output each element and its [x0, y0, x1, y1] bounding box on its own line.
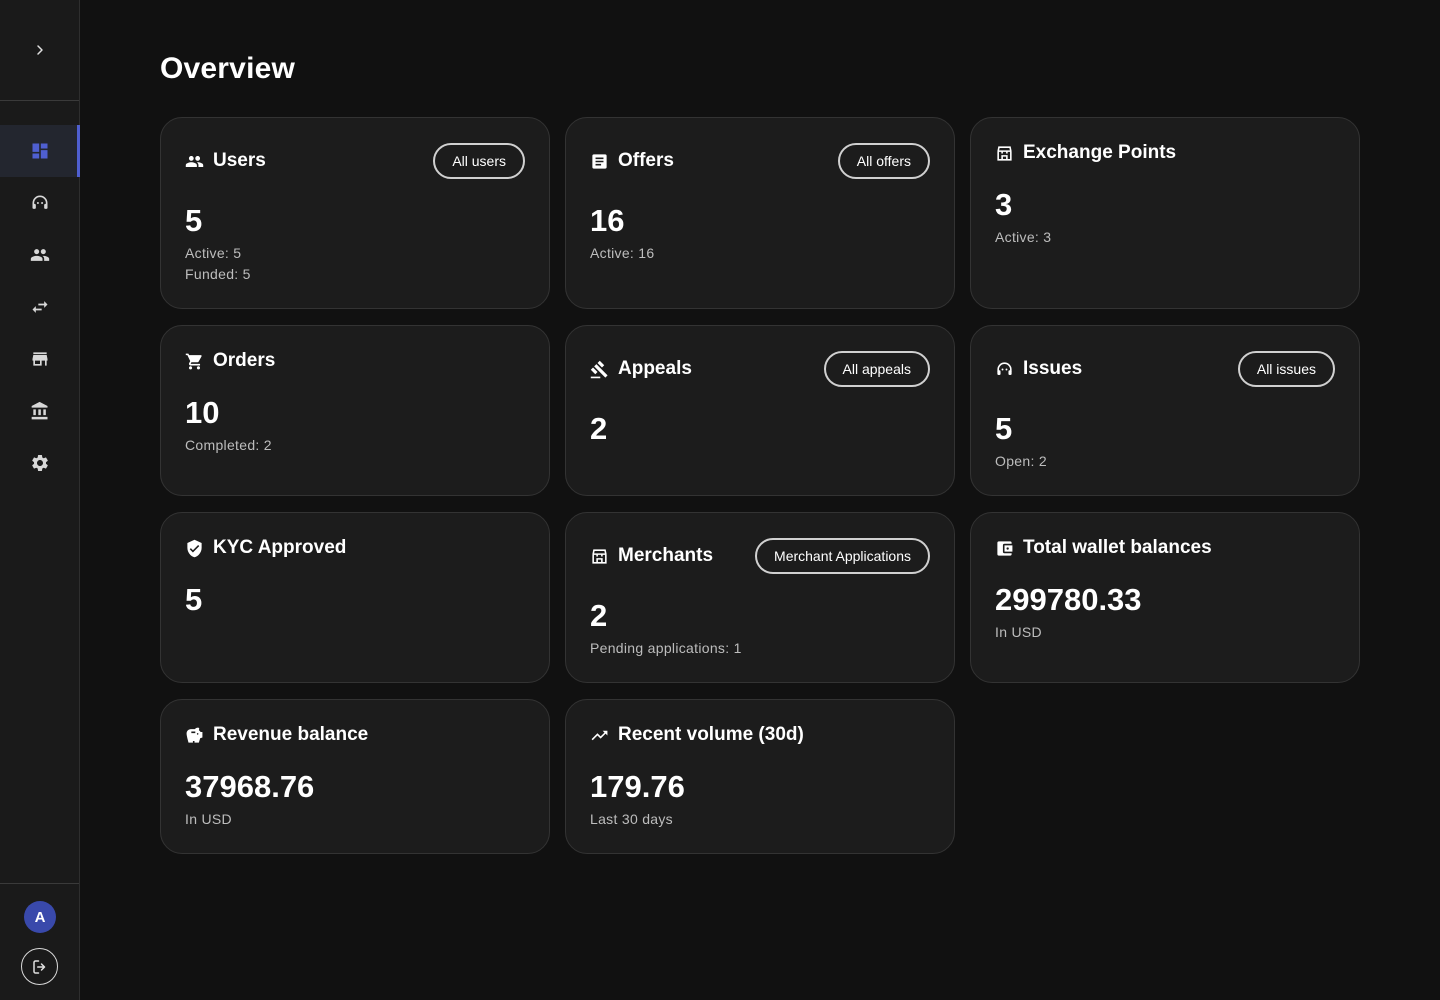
- storefront-icon: [592, 548, 607, 564]
- support-agent-icon: [997, 361, 1012, 375]
- revenue-currency: In USD: [185, 811, 232, 827]
- card-header: KYC Approved: [185, 537, 525, 559]
- orders-count: 10: [185, 395, 220, 430]
- card-title: Orders: [213, 350, 276, 371]
- card-title: Appeals: [618, 358, 692, 379]
- appeals-card: Appeals All appeals 2: [565, 325, 955, 496]
- card-title: Offers: [618, 150, 674, 171]
- issues-card: Issues All issues 5 Open: 2: [970, 325, 1360, 496]
- users-icon: [185, 155, 204, 167]
- sidebar-item-settings[interactable]: [0, 437, 79, 489]
- sidebar-item-users[interactable]: [0, 229, 79, 281]
- card-header: Recent volume (30d): [590, 724, 930, 746]
- card-title: KYC Approved: [213, 537, 347, 558]
- all-offers-button[interactable]: All offers: [837, 143, 930, 179]
- wallet-total: 299780.33: [995, 582, 1142, 617]
- card-title: Merchants: [618, 545, 714, 566]
- kyc-count: 5: [185, 582, 203, 617]
- offers-active: Active: 16: [590, 245, 655, 261]
- gear-icon: [31, 455, 48, 471]
- merchants-count: 2: [590, 598, 608, 633]
- avatar[interactable]: A: [24, 901, 56, 933]
- chevron-right-icon: [36, 45, 43, 55]
- all-issues-button[interactable]: All issues: [1237, 351, 1335, 387]
- card-header: Users All users: [185, 143, 525, 179]
- sidebar-item-support[interactable]: [0, 177, 79, 229]
- sidebar-header: [0, 0, 79, 101]
- users-count: 5: [185, 203, 203, 238]
- wallet-balances-card: Total wallet balances 299780.33 In USD: [970, 512, 1360, 683]
- storefront-icon: [997, 145, 1012, 161]
- card-header: Issues All issues: [995, 351, 1335, 387]
- offers-count: 16: [590, 203, 625, 238]
- issues-open: Open: 2: [995, 453, 1047, 469]
- exchange-points-active: Active: 3: [995, 229, 1052, 245]
- piggy-bank-icon: [186, 727, 203, 743]
- card-title: Exchange Points: [1023, 142, 1177, 163]
- orders-card: Orders 10 Completed: 2: [160, 325, 550, 496]
- merchant-applications-button[interactable]: Merchant Applications: [755, 538, 930, 574]
- store-icon: [32, 352, 47, 366]
- appeals-count: 2: [590, 411, 608, 446]
- sidebar-footer: A: [0, 883, 79, 1000]
- sidebar-expand-button[interactable]: [28, 38, 52, 62]
- sidebar-item-dashboard[interactable]: [0, 125, 80, 177]
- card-title: Revenue balance: [213, 724, 369, 745]
- card-header: Orders: [185, 350, 525, 372]
- card-header: Revenue balance: [185, 724, 525, 746]
- card-header: Offers All offers: [590, 143, 930, 179]
- all-appeals-button[interactable]: All appeals: [823, 351, 930, 387]
- wallet-icon: [997, 540, 1013, 556]
- logout-icon: [32, 959, 45, 974]
- trending-up-icon: [591, 730, 608, 740]
- card-header: Exchange Points: [995, 142, 1335, 164]
- card-header: Total wallet balances: [995, 537, 1335, 559]
- orders-completed: Completed: 2: [185, 437, 272, 453]
- support-agent-icon: [32, 195, 47, 209]
- users-icon: [30, 249, 49, 261]
- sidebar-item-exchange[interactable]: [0, 281, 79, 333]
- cart-icon: [185, 353, 202, 369]
- card-header: Appeals All appeals: [590, 351, 930, 387]
- offers-card: Offers All offers 16 Active: 16: [565, 117, 955, 309]
- issues-count: 5: [995, 411, 1013, 446]
- document-icon: [592, 153, 607, 169]
- card-title: Users: [213, 150, 266, 171]
- card-header: Merchants Merchant Applications: [590, 538, 930, 574]
- logout-button[interactable]: [21, 948, 58, 985]
- kyc-card: KYC Approved 5: [160, 512, 550, 683]
- users-active: Active: 5: [185, 245, 242, 261]
- exchange-points-card: Exchange Points 3 Active: 3: [970, 117, 1360, 309]
- bank-icon: [31, 401, 47, 420]
- recent-volume-card: Recent volume (30d) 179.76 Last 30 days: [565, 699, 955, 854]
- card-title: Issues: [1023, 358, 1083, 379]
- revenue-balance: 37968.76: [185, 769, 315, 804]
- exchange-points-count: 3: [995, 187, 1013, 222]
- sidebar-nav: [0, 125, 80, 489]
- verified-shield-icon: [187, 539, 202, 557]
- card-title: Recent volume (30d): [618, 724, 804, 745]
- sidebar-item-merchants[interactable]: [0, 333, 79, 385]
- revenue-balance-card: Revenue balance 37968.76 In USD: [160, 699, 550, 854]
- swap-arrows-icon: [32, 301, 47, 313]
- dashboard-icon: [32, 143, 47, 159]
- recent-volume-period: Last 30 days: [590, 811, 673, 827]
- all-users-button[interactable]: All users: [433, 143, 525, 179]
- users-funded: Funded: 5: [185, 266, 251, 282]
- users-card: Users All users 5 Active: 5 Funded: 5: [160, 117, 550, 309]
- card-title: Total wallet balances: [1023, 537, 1212, 558]
- recent-volume: 179.76: [590, 769, 685, 804]
- gavel-icon: [590, 360, 608, 378]
- merchants-pending: Pending applications: 1: [590, 640, 742, 656]
- sidebar: A: [0, 0, 80, 1000]
- page-title: Overview: [160, 52, 296, 85]
- wallet-currency: In USD: [995, 624, 1042, 640]
- sidebar-item-bank[interactable]: [0, 385, 79, 437]
- merchants-card: Merchants Merchant Applications 2 Pendin…: [565, 512, 955, 683]
